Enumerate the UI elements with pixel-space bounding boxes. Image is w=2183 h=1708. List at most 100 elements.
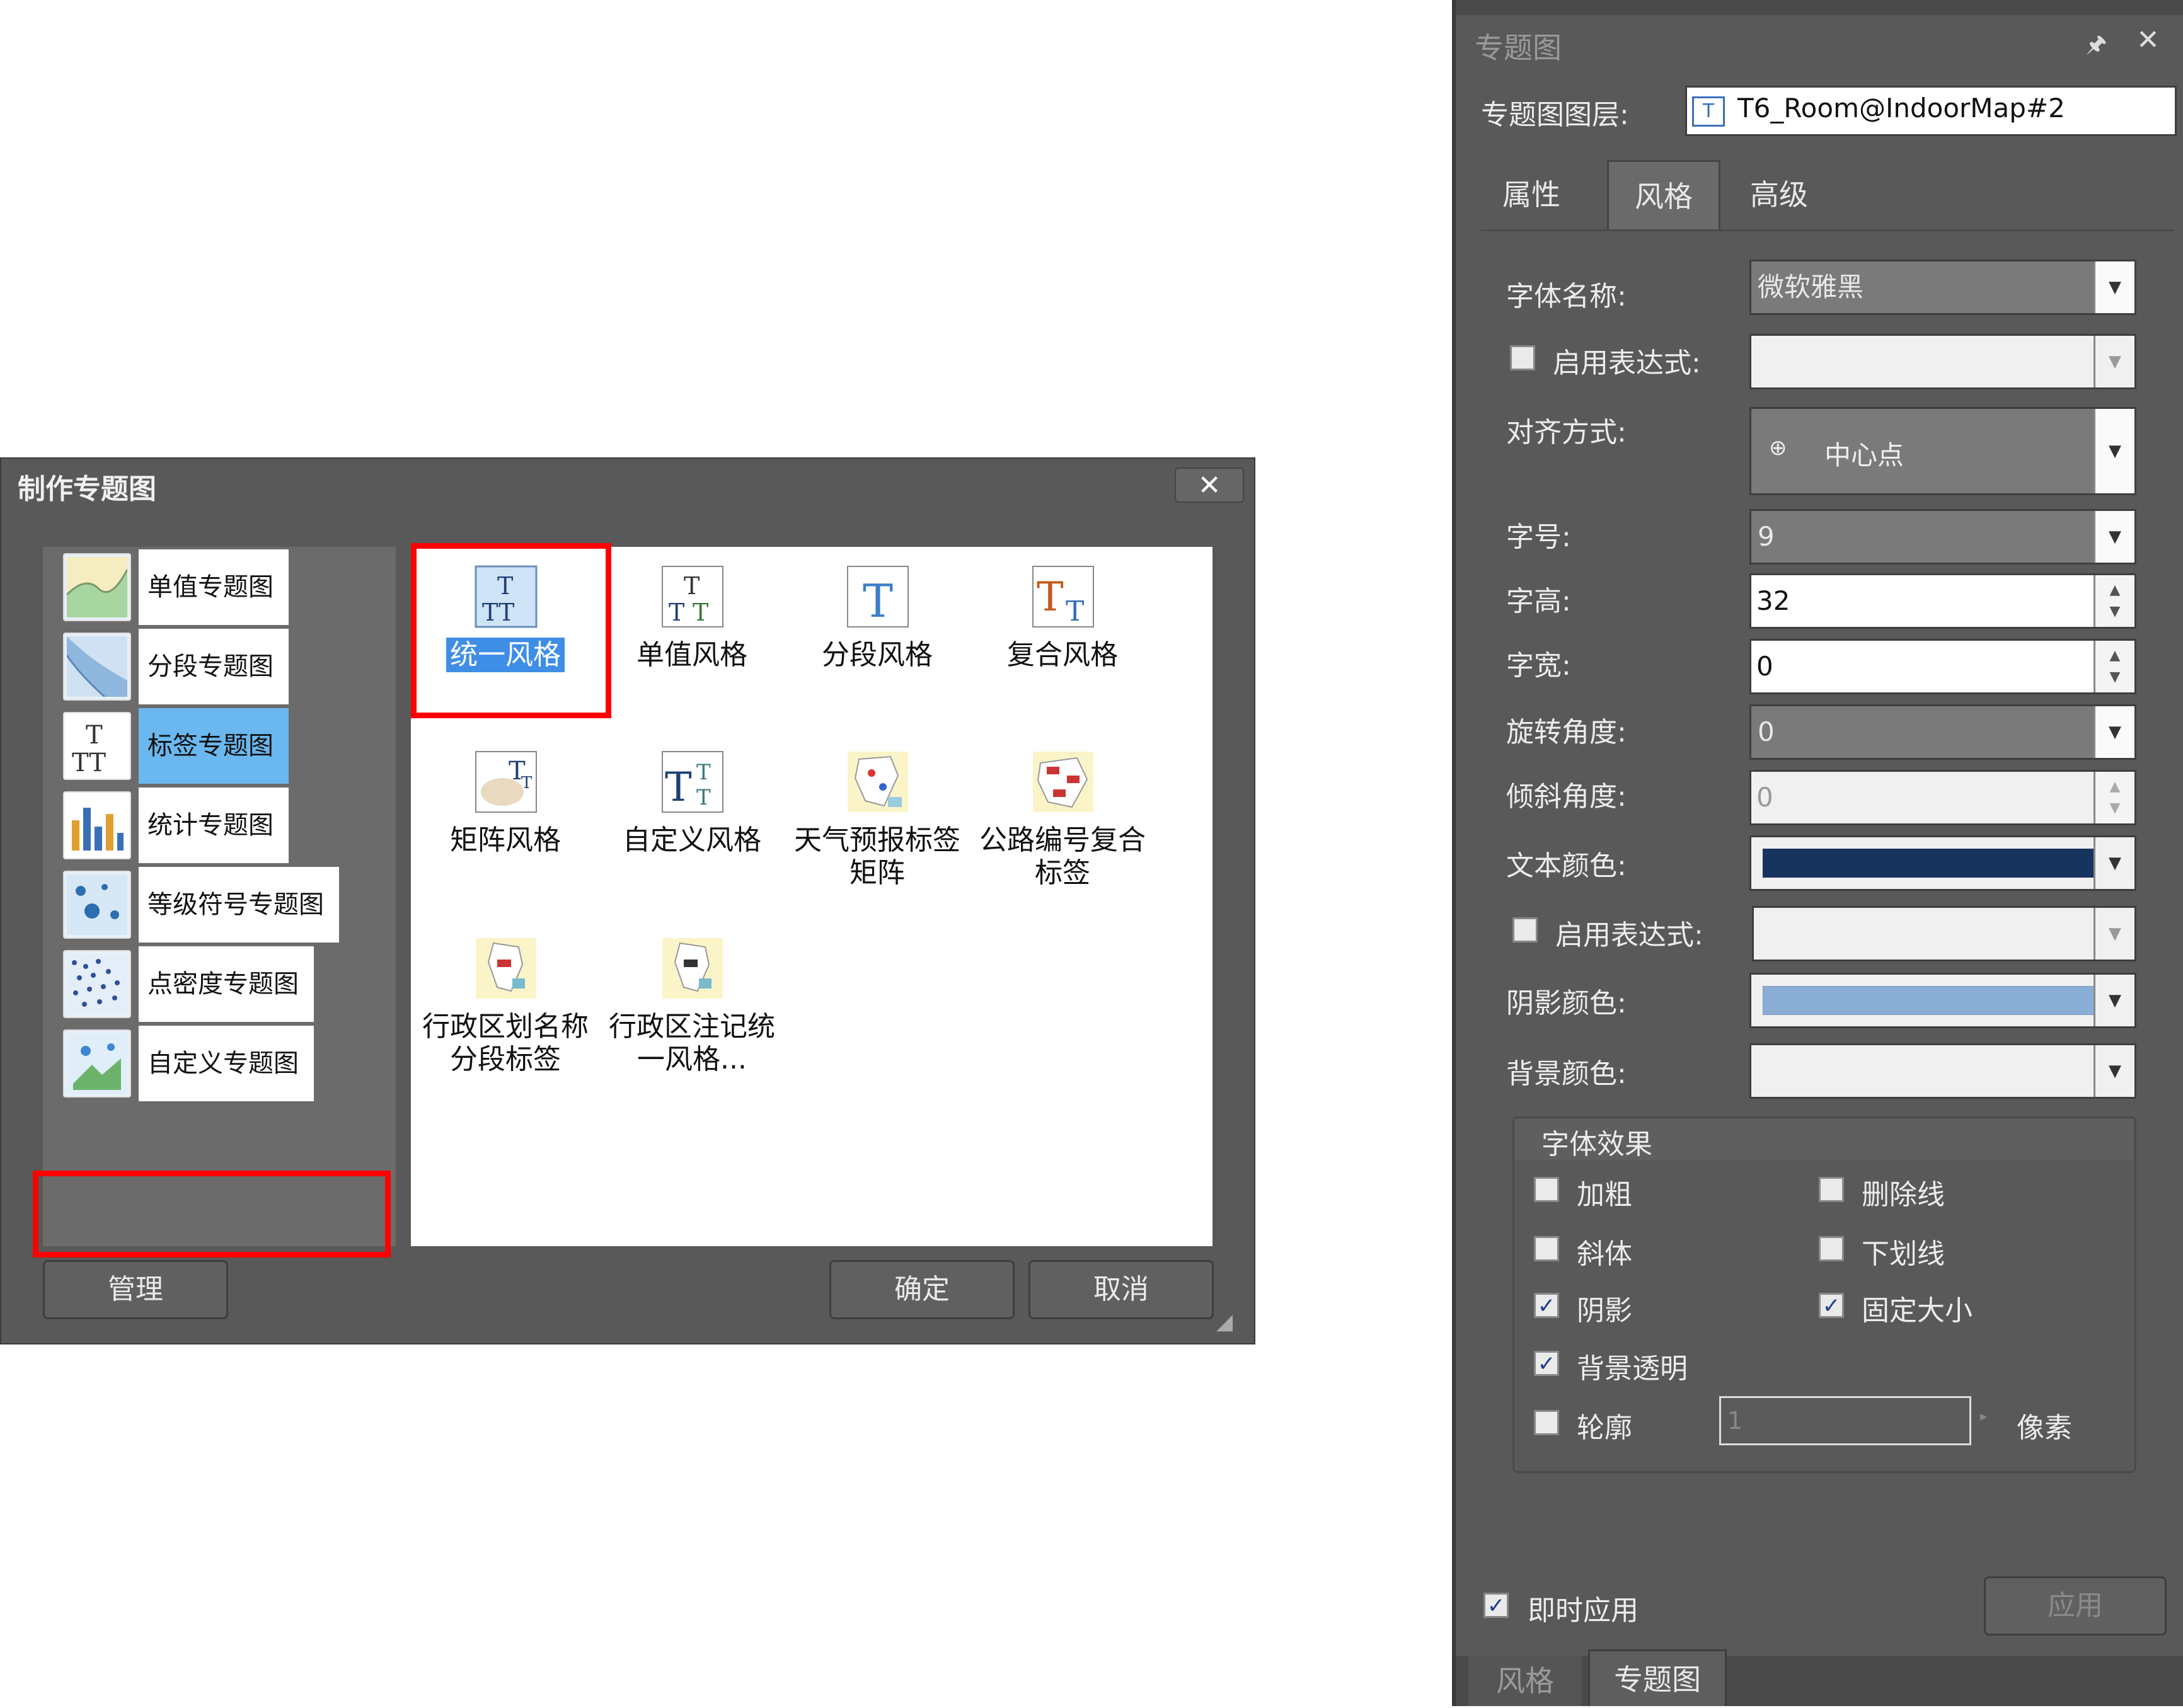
style-highway-composite-label[interactable]: 公路编号复合标签 xyxy=(979,738,1146,902)
highway-composite-label-icon xyxy=(1031,750,1095,814)
svg-text:T: T xyxy=(696,760,711,785)
enable-expr2-select[interactable]: ▼ xyxy=(1752,906,2136,961)
spin-arrows-icon[interactable]: ▲ ▼ xyxy=(2094,772,2134,823)
outline-width-input[interactable]: 1 xyxy=(1719,1396,1971,1445)
range-map-icon xyxy=(63,633,131,701)
outline-label: 轮廓 xyxy=(1577,1412,1632,1444)
chevron-down-icon: ▼ xyxy=(2094,908,2134,960)
chevron-down-icon: ▼ xyxy=(2094,261,2134,313)
text-color-picker[interactable]: ▼ xyxy=(1749,835,2136,891)
pin-icon[interactable]: 🖈 xyxy=(2086,28,2107,66)
tab-properties[interactable]: 属性 xyxy=(1481,160,1582,229)
style-admin-region-uniform-label[interactable]: 行政区注记统一风格... xyxy=(609,925,775,1089)
admin-region-range-label-icon xyxy=(474,936,538,1000)
make-thematic-map-dialog: 制作专题图 ✕ 单值专题图 分段专题图 T TT 标签专题图 统计专题图 等级符号… xyxy=(0,457,1255,1344)
graduated-symbol-map-icon xyxy=(63,871,131,939)
matrix-style-icon: TT xyxy=(474,750,538,814)
svg-text:T: T xyxy=(1066,595,1084,628)
style-composite[interactable]: TT 复合风格 xyxy=(981,553,1144,717)
shadow-label: 阴影 xyxy=(1577,1295,1632,1327)
panel-title: 专题图 xyxy=(1475,31,1562,65)
enable-expr-label: 启用表达式: xyxy=(1553,347,1701,379)
text-color-label: 文本颜色: xyxy=(1506,850,1627,882)
shadow-color-picker[interactable]: ▼ xyxy=(1749,973,2136,1028)
bottom-tab-style[interactable]: 风格 xyxy=(1468,1656,1582,1706)
italic-checkbox[interactable] xyxy=(1534,1236,1559,1261)
manage-button[interactable]: 管理 xyxy=(43,1260,228,1319)
layer-field[interactable]: T T6_Room@IndoorMap#2 xyxy=(1685,86,2177,136)
spin-arrows-icon[interactable]: ▲ ▼ xyxy=(2094,641,2134,692)
chevron-down-icon: ▼ xyxy=(2094,975,2134,1026)
style-label: 自定义风格 xyxy=(623,824,761,856)
style-custom[interactable]: TTT 自定义风格 xyxy=(610,738,774,902)
skew-label: 倾斜角度: xyxy=(1506,781,1627,813)
char-width-value: 0 xyxy=(1756,651,1773,682)
style-range[interactable]: T 分段风格 xyxy=(795,553,959,717)
underline-checkbox[interactable] xyxy=(1819,1236,1844,1261)
bg-color-picker[interactable]: ▼ xyxy=(1749,1043,2136,1099)
apply-button[interactable]: 应用 xyxy=(1984,1576,2167,1636)
style-weather-label-matrix[interactable]: 天气预报标签矩阵 xyxy=(794,738,960,902)
strike-checkbox[interactable] xyxy=(1819,1177,1844,1202)
char-height-stepper[interactable]: 32 ▲ ▼ xyxy=(1749,573,2136,629)
dialog-close-button[interactable]: ✕ xyxy=(1175,467,1244,503)
fixed-size-checkbox[interactable]: ✓ xyxy=(1819,1293,1844,1318)
enable-expr2-checkbox[interactable] xyxy=(1512,917,1538,943)
category-label: 标签专题图 xyxy=(139,708,289,784)
font-size-select[interactable]: 9 ▼ xyxy=(1749,509,2136,565)
resize-grip-icon[interactable]: ◢ xyxy=(1216,1309,1241,1334)
enable-expr2-label: 启用表达式: xyxy=(1555,919,1703,951)
chevron-down-icon: ▼ xyxy=(2094,336,2134,387)
style-label: 矩阵风格 xyxy=(450,824,561,856)
style-admin-region-range-label[interactable]: 行政区划名称分段标签 xyxy=(422,925,589,1089)
style-label: 天气预报标签矩阵 xyxy=(794,824,960,889)
tab-style[interactable]: 风格 xyxy=(1607,160,1720,229)
underline-label: 下划线 xyxy=(1862,1238,1945,1270)
bold-checkbox[interactable] xyxy=(1534,1177,1559,1202)
italic-label: 斜体 xyxy=(1577,1238,1632,1270)
shadow-checkbox[interactable]: ✓ xyxy=(1534,1293,1559,1318)
cancel-button[interactable]: 取消 xyxy=(1028,1260,1214,1319)
range-style-icon: T xyxy=(846,565,910,629)
bg-transparent-checkbox[interactable]: ✓ xyxy=(1534,1351,1559,1376)
enable-expr-checkbox[interactable] xyxy=(1510,345,1535,370)
style-label: 分段风格 xyxy=(822,639,933,671)
style-matrix[interactable]: TT 矩阵风格 xyxy=(423,738,587,902)
unique-value-style-icon: TTT xyxy=(660,565,725,629)
font-size-label: 字号: xyxy=(1506,521,1571,553)
category-label: 等级符号专题图 xyxy=(139,867,339,943)
spin-arrows-icon[interactable]: ▸ xyxy=(1980,1409,1987,1424)
style-unique-value[interactable]: TTT 单值风格 xyxy=(610,553,774,717)
dot-density-map-icon xyxy=(63,950,131,1018)
font-name-value: 微软雅黑 xyxy=(1758,272,1864,302)
skew-stepper[interactable]: 0 ▲ ▼ xyxy=(1749,770,2136,825)
style-label: 单值风格 xyxy=(636,639,747,671)
outline-checkbox[interactable] xyxy=(1534,1410,1559,1435)
svg-text:TT: TT xyxy=(72,748,106,776)
char-width-stepper[interactable]: 0 ▲ ▼ xyxy=(1749,639,2136,694)
font-effects-title: 字体效果 xyxy=(1541,1128,1652,1161)
bottom-tab-thematic[interactable]: 专题图 xyxy=(1588,1649,1727,1706)
align-select[interactable]: ⊕ 中心点 ▼ xyxy=(1749,407,2136,495)
category-label: 单值专题图 xyxy=(139,549,289,625)
font-name-select[interactable]: 微软雅黑 ▼ xyxy=(1749,260,2136,315)
panel-close-icon[interactable]: ✕ xyxy=(2136,24,2160,56)
svg-text:T: T xyxy=(863,575,893,628)
layer-value: T6_Room@IndoorMap#2 xyxy=(1737,93,2065,123)
chevron-down-icon: ▼ xyxy=(2094,1045,2134,1097)
label-map-icon: T TT xyxy=(63,712,131,780)
chevron-down-icon: ▼ xyxy=(2094,409,2134,493)
char-height-value: 32 xyxy=(1756,585,1790,616)
tab-advanced[interactable]: 高级 xyxy=(1725,160,1833,229)
instant-apply-checkbox[interactable]: ✓ xyxy=(1483,1593,1509,1618)
style-label: 行政区注记统一风格... xyxy=(609,1011,775,1075)
enable-expr-select[interactable]: ▼ xyxy=(1749,334,2136,389)
outline-width-value: 1 xyxy=(1727,1407,1743,1435)
bg-transparent-label: 背景透明 xyxy=(1577,1353,1688,1385)
rotation-select[interactable]: 0 ▼ xyxy=(1749,704,2136,760)
outline-unit-label: 像素 xyxy=(2017,1412,2072,1444)
composite-style-icon: TT xyxy=(1031,565,1095,629)
spin-arrows-icon[interactable]: ▲ ▼ xyxy=(2094,575,2134,627)
ok-button[interactable]: 确定 xyxy=(829,1260,1015,1319)
char-width-label: 字宽: xyxy=(1506,650,1571,682)
